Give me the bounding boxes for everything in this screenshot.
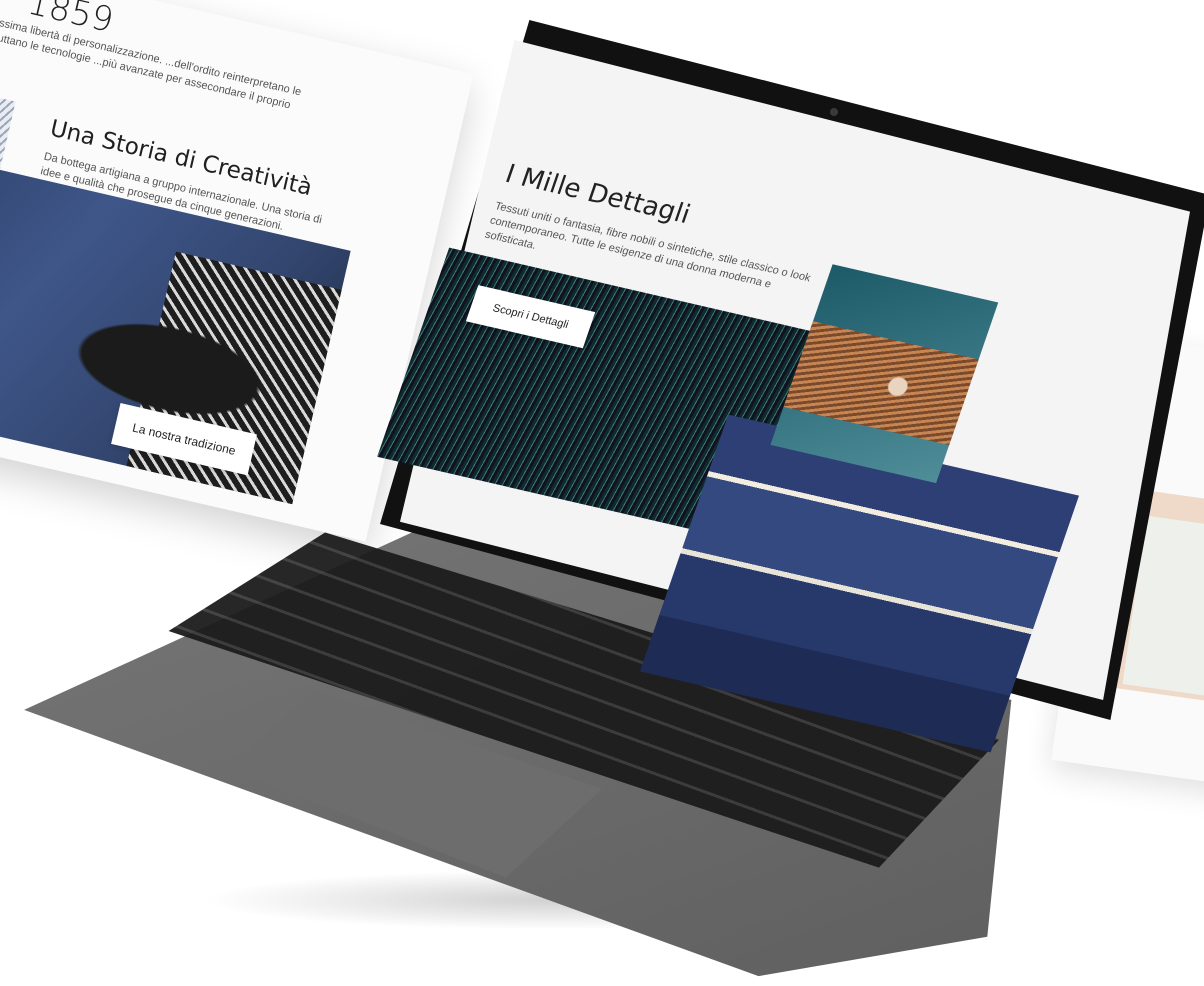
camera-icon bbox=[830, 108, 838, 116]
